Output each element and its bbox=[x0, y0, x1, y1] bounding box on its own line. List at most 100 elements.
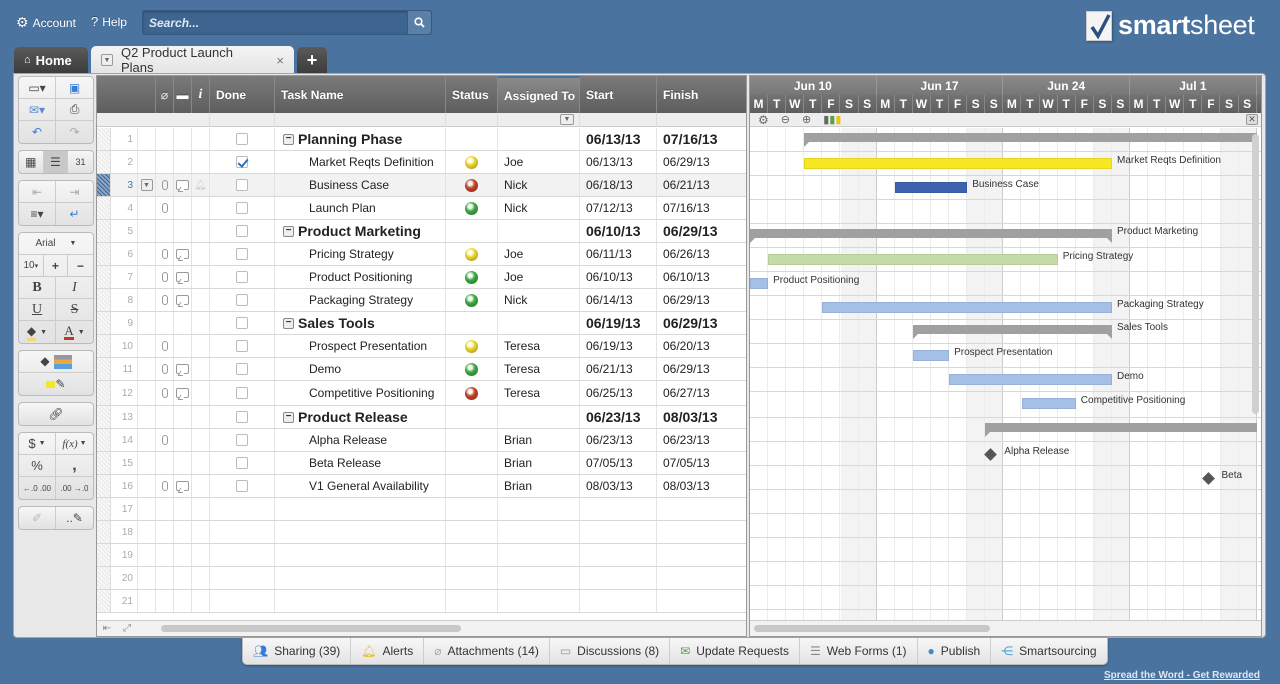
hyperlink-button[interactable]: 🔗︎ bbox=[19, 403, 93, 425]
start-date-cell[interactable] bbox=[580, 567, 657, 589]
done-cell[interactable] bbox=[210, 128, 275, 150]
table-row[interactable]: 15 Beta Release Brian 07/05/13 07/05/13 bbox=[97, 452, 746, 475]
assigned-cell[interactable]: Joe bbox=[498, 266, 580, 288]
start-date-cell[interactable] bbox=[580, 544, 657, 566]
redo-button[interactable]: ↷ bbox=[56, 121, 93, 143]
comment-cell[interactable] bbox=[174, 567, 192, 589]
font-size-decrease[interactable]: − bbox=[68, 255, 93, 277]
row-handle[interactable] bbox=[97, 197, 111, 219]
assigned-cell[interactable] bbox=[498, 128, 580, 150]
account-link[interactable]: ⚙ Account bbox=[16, 14, 76, 31]
font-family-select[interactable]: Arial ▼ bbox=[19, 233, 93, 255]
status-cell[interactable] bbox=[446, 381, 498, 405]
status-cell[interactable] bbox=[446, 521, 498, 543]
finish-date-cell[interactable]: 06/29/13 bbox=[657, 151, 740, 173]
table-row[interactable]: 11 Demo Teresa 06/21/13 06/29/13 bbox=[97, 358, 746, 381]
status-cell[interactable] bbox=[446, 174, 498, 196]
finish-date-cell[interactable]: 06/10/13 bbox=[657, 266, 740, 288]
comment-cell[interactable] bbox=[174, 452, 192, 474]
status-cell[interactable] bbox=[446, 335, 498, 357]
tab-home[interactable]: ⌂ Home bbox=[14, 47, 88, 73]
assigned-cell[interactable]: Teresa bbox=[498, 381, 580, 405]
attachment-cell[interactable] bbox=[156, 289, 174, 311]
calendar-view-button[interactable]: 31 bbox=[68, 151, 93, 173]
done-cell[interactable] bbox=[210, 406, 275, 428]
gantt-summary-bar[interactable] bbox=[985, 423, 1257, 437]
highlight-changes-button[interactable]: ✎ bbox=[19, 373, 93, 395]
font-size-increase[interactable]: + bbox=[43, 255, 69, 277]
font-size-select[interactable]: 10 ▾ bbox=[19, 255, 44, 277]
attachment-cell[interactable] bbox=[156, 544, 174, 566]
assigned-cell[interactable] bbox=[498, 312, 580, 334]
gantt-task-bar[interactable] bbox=[804, 158, 1112, 169]
row-handle[interactable] bbox=[97, 475, 111, 497]
finish-date-cell[interactable] bbox=[657, 521, 740, 543]
attachment-cell[interactable] bbox=[156, 475, 174, 497]
table-row[interactable]: 8 Packaging Strategy Nick 06/14/13 06/29/13 bbox=[97, 289, 746, 312]
table-row[interactable]: 20 bbox=[97, 567, 746, 590]
assigned-cell[interactable]: Brian bbox=[498, 452, 580, 474]
attachment-cell[interactable] bbox=[156, 567, 174, 589]
column-header-task[interactable]: Task Name bbox=[275, 76, 446, 113]
comment-cell[interactable] bbox=[174, 220, 192, 242]
status-cell[interactable] bbox=[446, 243, 498, 265]
start-date-cell[interactable]: 06/14/13 bbox=[580, 289, 657, 311]
start-date-cell[interactable] bbox=[580, 521, 657, 543]
status-cell[interactable] bbox=[446, 498, 498, 520]
table-row[interactable]: 14 Alpha Release Brian 06/23/13 06/23/13 bbox=[97, 429, 746, 452]
finish-date-cell[interactable]: 07/05/13 bbox=[657, 452, 740, 474]
attachments-column-header[interactable]: ⌀ bbox=[156, 76, 174, 113]
done-checkbox[interactable] bbox=[236, 202, 248, 214]
collapse-icon[interactable]: − bbox=[283, 133, 294, 145]
task-name-cell[interactable] bbox=[275, 567, 446, 589]
comment-cell[interactable] bbox=[174, 151, 192, 173]
search-button[interactable] bbox=[407, 11, 431, 34]
row-handle[interactable] bbox=[97, 151, 111, 173]
finish-date-cell[interactable] bbox=[657, 498, 740, 520]
attachment-cell[interactable] bbox=[156, 452, 174, 474]
done-cell[interactable] bbox=[210, 312, 275, 334]
task-name-cell[interactable]: Packaging Strategy bbox=[275, 289, 446, 311]
search-input[interactable] bbox=[143, 11, 405, 34]
done-checkbox[interactable] bbox=[236, 271, 248, 283]
start-date-cell[interactable]: 06/10/13 bbox=[580, 266, 657, 288]
task-name-cell[interactable] bbox=[275, 590, 446, 612]
comment-cell[interactable] bbox=[174, 289, 192, 311]
done-checkbox[interactable] bbox=[236, 179, 248, 191]
info-column-header[interactable]: i bbox=[192, 76, 210, 113]
row-handle[interactable] bbox=[97, 358, 111, 380]
task-name-cell[interactable]: Beta Release bbox=[275, 452, 446, 474]
status-cell[interactable] bbox=[446, 358, 498, 380]
gantt-task-bar[interactable] bbox=[894, 182, 968, 193]
bottom-tab-update-requests[interactable]: ✉ Update Requests bbox=[670, 638, 800, 664]
assigned-cell[interactable]: Joe bbox=[498, 151, 580, 173]
row-menu-cell[interactable]: ▼ bbox=[138, 174, 156, 196]
text-color-button[interactable]: A ▼ bbox=[56, 321, 93, 343]
attachment-cell[interactable] bbox=[156, 590, 174, 612]
task-name-cell[interactable]: Business Case bbox=[275, 174, 446, 196]
start-date-cell[interactable]: 06/19/13 bbox=[580, 335, 657, 357]
start-date-cell[interactable]: 08/03/13 bbox=[580, 475, 657, 497]
comment-cell[interactable] bbox=[174, 243, 192, 265]
assigned-cell[interactable] bbox=[498, 406, 580, 428]
new-button[interactable]: ▭▾ bbox=[19, 77, 56, 99]
done-checkbox[interactable] bbox=[236, 294, 248, 306]
finish-date-cell[interactable] bbox=[657, 567, 740, 589]
start-date-cell[interactable]: 06/13/13 bbox=[580, 151, 657, 173]
bottom-tab-discussions[interactable]: ▭ Discussions (8) bbox=[550, 638, 671, 664]
comment-cell[interactable] bbox=[174, 312, 192, 334]
bell-icon[interactable]: 🔔︎ bbox=[194, 180, 207, 191]
status-cell[interactable] bbox=[446, 312, 498, 334]
status-cell[interactable] bbox=[446, 567, 498, 589]
done-cell[interactable] bbox=[210, 590, 275, 612]
done-cell[interactable] bbox=[210, 521, 275, 543]
start-date-cell[interactable]: 06/11/13 bbox=[580, 243, 657, 265]
gantt-task-bar[interactable] bbox=[1021, 398, 1076, 409]
table-row[interactable]: 21 bbox=[97, 590, 746, 613]
start-date-cell[interactable]: 06/18/13 bbox=[580, 174, 657, 196]
gantt-summary-bar[interactable] bbox=[912, 325, 1113, 339]
email-button[interactable]: ✉▾ bbox=[19, 99, 56, 121]
tab-sheet[interactable]: ▼ Q2 Product Launch Plans × bbox=[91, 45, 294, 75]
task-name-cell[interactable]: Alpha Release bbox=[275, 429, 446, 451]
formula-button[interactable]: f(x) ▼ bbox=[56, 433, 93, 455]
